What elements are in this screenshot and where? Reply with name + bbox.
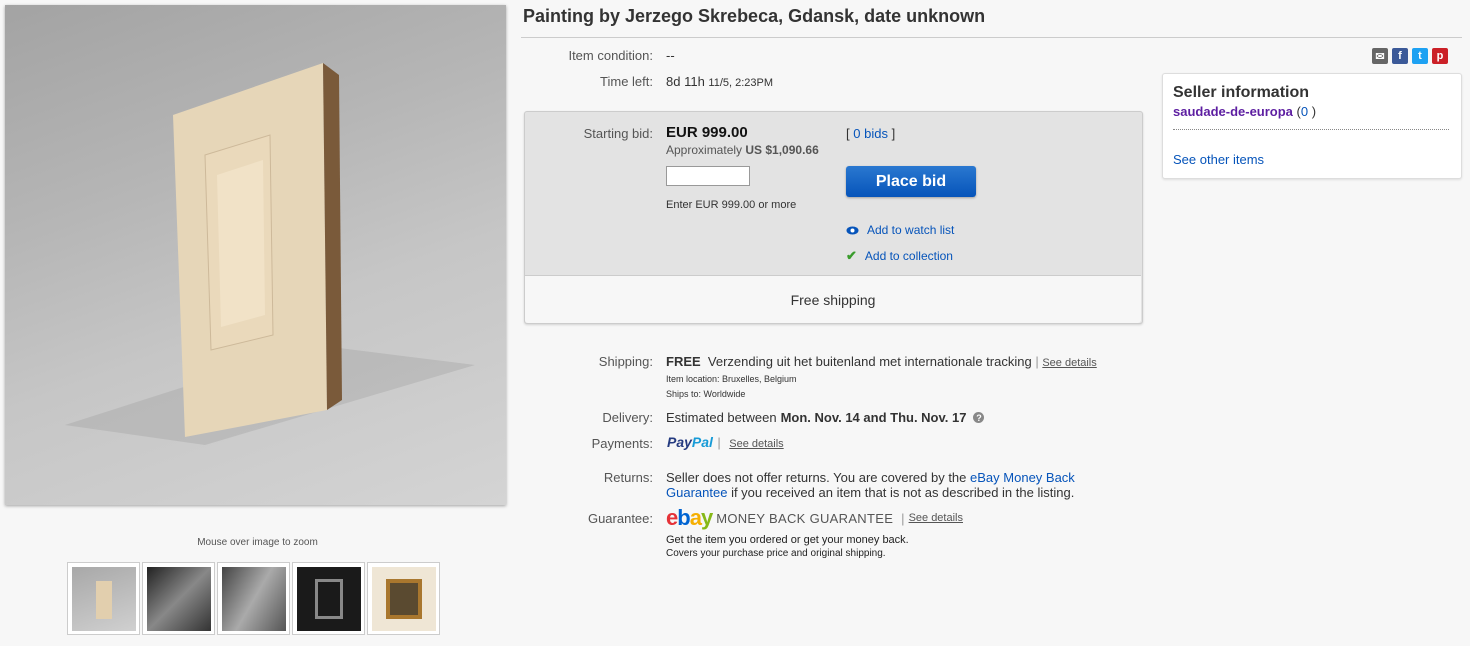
separator: | <box>901 510 905 526</box>
thumbnail-4[interactable] <box>292 562 365 635</box>
shipping-free: FREE <box>666 354 701 369</box>
shipping-value: FREE Verzending uit het buitenland met i… <box>666 354 1097 369</box>
seller-name[interactable]: saudade-de-europa <box>1173 104 1293 119</box>
twitter-icon[interactable]: t <box>1412 48 1428 64</box>
paypal-logo: PayPal <box>667 434 713 450</box>
bid-input-hint: Enter EUR 999.00 or more <box>666 199 797 211</box>
condition-label: Item condition: <box>568 48 653 63</box>
paypal-logo-pal: Pal <box>691 434 713 450</box>
guarantee-line-2: Covers your purchase price and original … <box>666 548 886 559</box>
returns-label: Returns: <box>603 470 653 485</box>
title-divider <box>521 37 1462 38</box>
add-to-watch-list[interactable]: Add to watch list <box>846 223 954 237</box>
starting-bid-price: EUR 999.00 <box>666 124 748 141</box>
delivery-value: Estimated between Mon. Nov. 14 and Thu. … <box>666 410 985 425</box>
pinterest-icon[interactable]: p <box>1432 48 1448 64</box>
payments-label: Payments: <box>591 436 653 451</box>
see-other-items-link[interactable]: See other items <box>1173 152 1264 167</box>
item-title: Painting by Jerzego Skrebeca, Gdansk, da… <box>523 6 986 26</box>
seller-feedback-count[interactable]: 0 <box>1301 104 1308 119</box>
separator: | <box>717 435 721 450</box>
approx-value: US $1,090.66 <box>745 143 819 157</box>
main-product-image[interactable] <box>5 5 506 505</box>
bid-amount-input[interactable] <box>666 166 750 186</box>
time-left-end: 11/5, 2:23PM <box>708 77 774 89</box>
place-bid-button[interactable]: Place bid <box>846 166 976 197</box>
watch-list-label: Add to watch list <box>867 223 955 237</box>
shipping-see-details[interactable]: See details <box>1042 357 1096 369</box>
thumbnail-2[interactable] <box>142 562 215 635</box>
returns-text-2: if you received an item that is not as d… <box>731 485 1075 500</box>
painting-photo <box>65 63 475 445</box>
approx-prefix: Approximately <box>666 143 743 157</box>
delivery-range: Mon. Nov. 14 and Thu. Nov. 17 <box>780 410 967 425</box>
condition-value: -- <box>666 48 675 63</box>
starting-bid-label: Starting bid: <box>583 126 653 141</box>
money-back-guarantee-text: MONEY BACK GUARANTEE <box>716 510 894 526</box>
paypal-logo-pay: Pay <box>667 434 692 450</box>
bid-count: [ 0 bids ] <box>846 126 895 141</box>
zoom-hint: Mouse over image to zoom <box>197 537 318 548</box>
collection-label: Add to collection <box>864 249 953 263</box>
add-to-collection[interactable]: ✔ Add to collection <box>846 248 953 264</box>
email-icon[interactable]: ✉ <box>1372 48 1388 64</box>
guarantee-line-1: Get the item you ordered or get your mon… <box>666 534 909 546</box>
thumbnail-strip <box>67 562 440 638</box>
help-icon[interactable]: ? <box>973 412 985 423</box>
eye-icon <box>846 226 859 234</box>
seller-line: saudade-de-europa (0 ) <box>1173 104 1316 119</box>
ships-to: Ships to: Worldwide <box>666 389 746 399</box>
delivery-label: Delivery: <box>602 410 653 425</box>
ebay-logo: ebay <box>666 505 713 530</box>
money-back-link[interactable]: eBay Money Back <box>970 470 1075 485</box>
seller-info-heading: Seller information <box>1173 84 1310 101</box>
returns-text-1: Seller does not offer returns. You are c… <box>666 470 967 485</box>
time-left-label: Time left: <box>600 74 653 89</box>
time-left-value: 8d 11h <box>666 74 705 89</box>
time-left: 8d 11h 11/5, 2:23PM <box>666 74 773 89</box>
share-icons: ✉ f t p <box>1372 48 1448 64</box>
bid-count-close: ] <box>891 126 896 141</box>
seller-divider <box>1173 129 1449 130</box>
bid-count-open: [ <box>846 126 850 141</box>
feedback-close: ) <box>1311 104 1317 119</box>
payments-value: PayPal | See details <box>667 434 784 452</box>
shipping-text: Verzending uit het buitenland met intern… <box>707 354 1032 369</box>
bid-count-link[interactable]: 0 bids <box>853 126 888 141</box>
approx-price: Approximately US $1,090.66 <box>666 143 819 157</box>
checkmark-icon: ✔ <box>846 248 857 263</box>
thumbnail-3[interactable] <box>217 562 290 635</box>
free-shipping-bar: Free shipping <box>525 275 1141 323</box>
thumbnail-1[interactable] <box>67 562 140 635</box>
guarantee-link[interactable]: Guarantee <box>666 485 727 500</box>
separator: | <box>1035 354 1039 369</box>
returns-value: Seller does not offer returns. You are c… <box>666 470 1096 500</box>
delivery-prefix: Estimated between <box>666 410 777 425</box>
thumbnail-5[interactable] <box>367 562 440 635</box>
guarantee-see-details[interactable]: See details <box>909 512 963 524</box>
payments-see-details[interactable]: See details <box>729 438 783 450</box>
guarantee-value: ebay MONEY BACK GUARANTEE | See details <box>666 507 963 529</box>
item-location: Item location: Bruxelles, Belgium <box>666 374 797 384</box>
shipping-label: Shipping: <box>598 354 653 369</box>
facebook-icon[interactable]: f <box>1392 48 1408 64</box>
guarantee-label: Guarantee: <box>587 511 653 526</box>
